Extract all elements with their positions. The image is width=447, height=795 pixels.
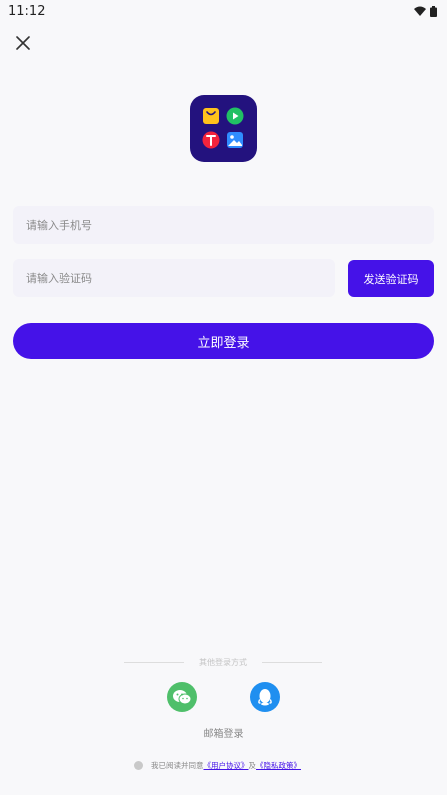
agreement-checkbox[interactable]: [134, 760, 143, 770]
other-login-title: 其他登录方式: [199, 657, 247, 667]
app-logo: [190, 95, 257, 162]
battery-icon: [430, 5, 437, 17]
phone-input-wrapper: [13, 206, 434, 244]
divider-line-right: [262, 661, 322, 663]
close-button[interactable]: [12, 32, 34, 54]
code-input[interactable]: [26, 271, 335, 285]
privacy-policy-link[interactable]: 《隐私政策》: [256, 760, 301, 771]
qq-login-button[interactable]: [250, 682, 280, 712]
wechat-login-button[interactable]: [167, 682, 197, 712]
wechat-icon: [173, 690, 192, 705]
email-login-link[interactable]: 邮箱登录: [0, 725, 447, 740]
status-bar: 11:12: [0, 0, 447, 22]
code-input-wrapper: [13, 259, 335, 297]
qq-icon: [258, 689, 272, 706]
close-icon: [16, 36, 30, 50]
image-icon: [226, 131, 244, 149]
login-button[interactable]: 立即登录: [13, 323, 434, 359]
send-code-button[interactable]: 发送验证码: [348, 260, 434, 297]
agreement-row: 我已阅读并同意 《用户协议》 及 《隐私政策》: [134, 759, 301, 771]
wifi-icon: [414, 6, 426, 16]
other-login-divider: 其他登录方式: [124, 655, 322, 669]
agreement-and: 及: [248, 760, 257, 770]
phone-input[interactable]: [26, 218, 434, 232]
user-agreement-link[interactable]: 《用户协议》: [204, 760, 249, 771]
shopping-bag-icon: [202, 107, 220, 125]
divider-line-left: [124, 661, 184, 663]
play-icon: [226, 107, 244, 125]
status-icons: [414, 5, 437, 17]
agreement-prefix: 我已阅读并同意: [151, 760, 204, 770]
status-time: 11:12: [8, 3, 46, 19]
text-icon: [202, 131, 220, 149]
